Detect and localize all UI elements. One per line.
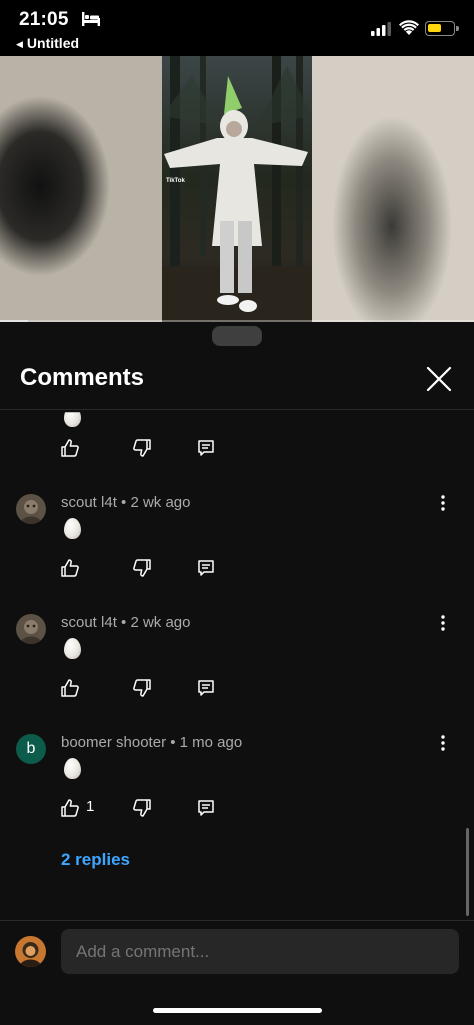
like-icon[interactable] [60,558,80,578]
battery-icon [425,21,459,36]
like-icon[interactable] [60,798,80,818]
more-options-icon[interactable] [436,614,450,632]
reply-icon[interactable] [196,438,216,458]
reply-icon[interactable] [196,558,216,578]
avatar[interactable] [16,614,46,644]
battery-level [428,24,441,32]
back-arrow-icon: ◀ [16,39,23,49]
comments-sheet: Comments scout l4t • 2 wk ago scout l4t … [0,322,474,1025]
video-scene-image [162,56,312,322]
like-icon[interactable] [60,438,80,458]
more-options-icon[interactable] [436,494,450,512]
comments-scrollbar[interactable] [466,828,469,916]
egg-emoji [64,638,81,659]
my-avatar [15,936,46,967]
sheet-drag-handle[interactable] [212,326,262,346]
avatar[interactable]: b [16,734,46,764]
dislike-icon[interactable] [132,558,152,578]
back-to-app-link[interactable]: ◀ Untitled [16,35,79,51]
comment-item: b boomer shooter • 1 mo ago 1 [0,734,474,834]
dislike-icon[interactable] [132,678,152,698]
dislike-icon[interactable] [132,798,152,818]
bed-icon [82,12,100,26]
avatar[interactable] [16,494,46,524]
like-count: 1 [86,798,95,815]
more-options-icon[interactable] [436,734,450,752]
comment-actions [60,438,260,460]
dislike-icon[interactable] [132,438,152,458]
reply-icon[interactable] [196,678,216,698]
status-bar: 21:05 ◀ Untitled [0,0,474,56]
comment-item: scout l4t • 2 wk ago [0,614,474,714]
battery-nub [456,26,459,31]
egg-emoji [64,412,81,427]
comment-item: scout l4t • 2 wk ago [0,494,474,594]
comment-meta: boomer shooter • 1 mo ago [61,734,243,751]
video-blur-left [0,56,162,322]
signal-icon [371,22,391,36]
comment-actions: 1 [60,798,260,820]
wifi-icon [399,20,419,35]
video-blur-right [312,56,474,322]
comment-meta: scout l4t • 2 wk ago [61,494,191,511]
egg-emoji [64,758,81,779]
like-icon[interactable] [60,678,80,698]
view-replies-link[interactable]: 2 replies [61,850,130,870]
egg-emoji [64,518,81,539]
add-comment-input[interactable] [61,929,459,974]
status-time: 21:05 [19,9,69,30]
back-app-label: Untitled [26,35,80,51]
reply-icon[interactable] [196,798,216,818]
comment-actions [60,558,260,580]
tiktok-watermark: TikTok [166,178,185,184]
composer-divider [0,920,474,921]
comment-partial [0,384,474,464]
comment-meta: scout l4t • 2 wk ago [61,614,191,631]
home-indicator[interactable] [153,1008,322,1013]
video-frame: TikTok [162,56,312,322]
video-player[interactable]: TikTok [0,56,474,322]
comment-actions [60,678,260,700]
